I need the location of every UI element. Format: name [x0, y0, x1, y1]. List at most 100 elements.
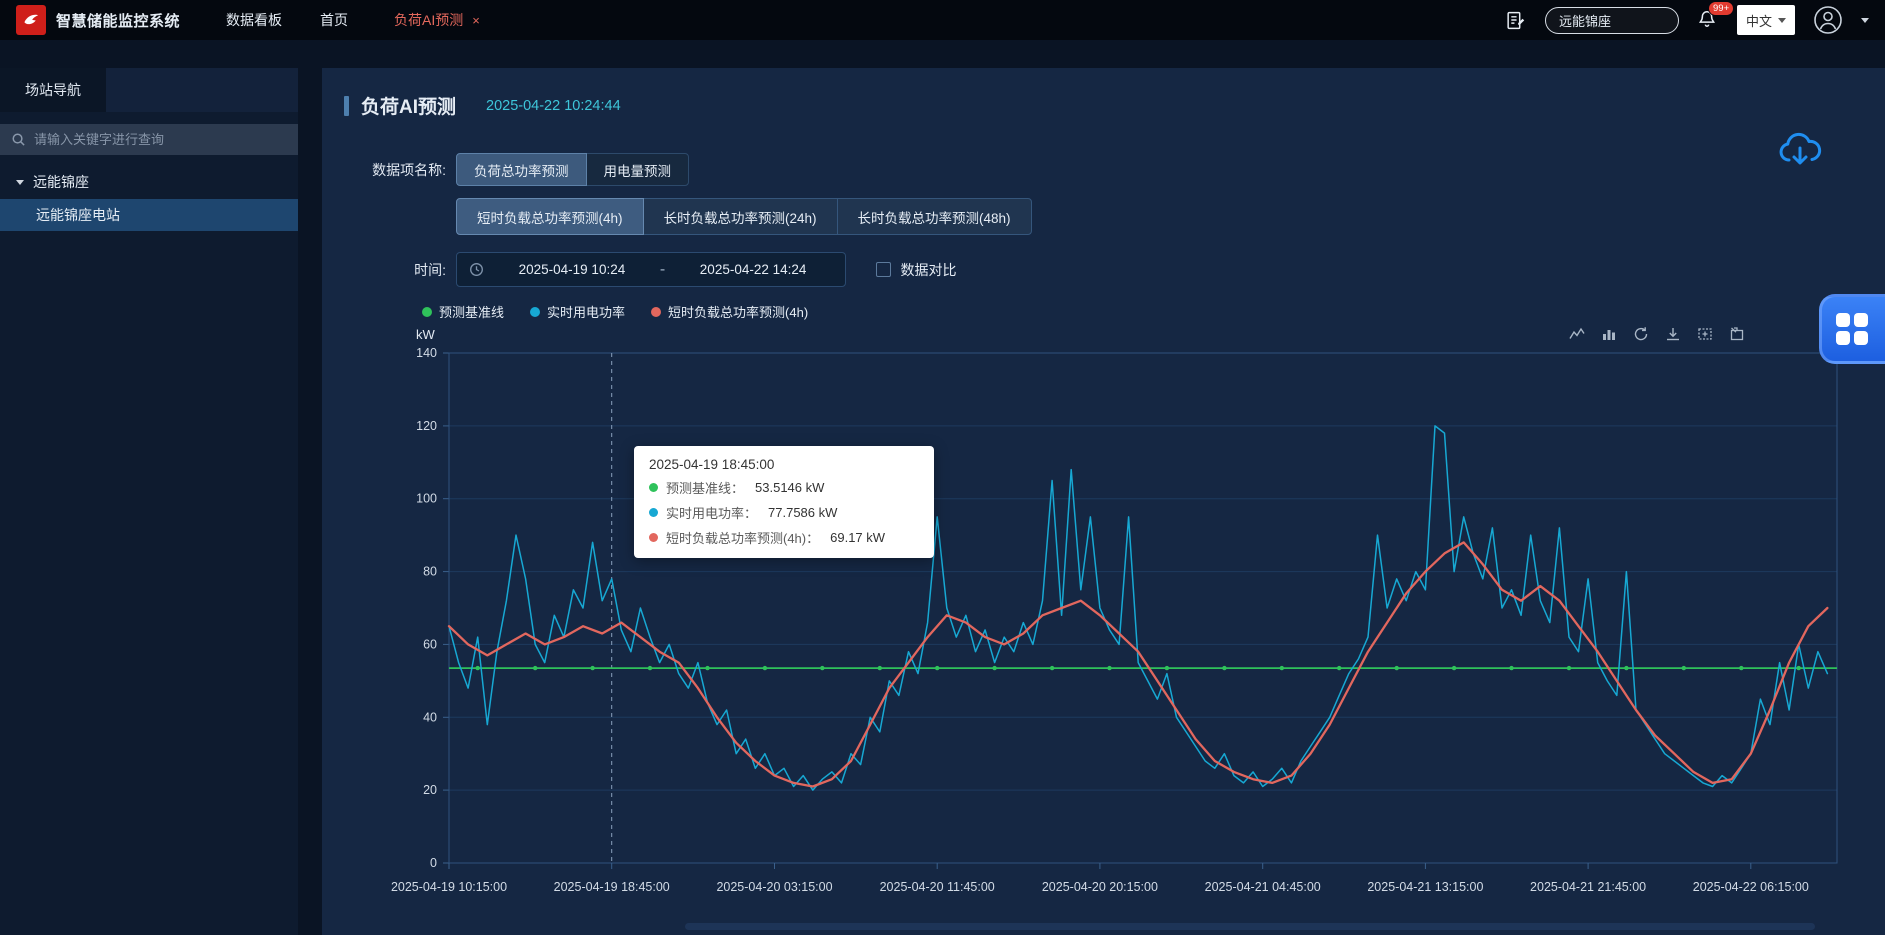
tab-short-term-4h[interactable]: 短时负载总功率预测(4h) [456, 198, 644, 235]
svg-text:2025-04-22 06:15:00: 2025-04-22 06:15:00 [1693, 880, 1809, 894]
tooltip-label: 短时负载总功率预测(4h)： [666, 528, 819, 547]
tooltip-value: 77.7586 kW [768, 505, 837, 520]
time-filter-row: 时间: 2025-04-19 10:24 - 2025-04-22 14:24 … [344, 252, 1885, 287]
y-axis-unit: kW [416, 327, 435, 342]
search-icon [11, 132, 26, 147]
compare-control: 数据对比 [876, 252, 956, 287]
svg-text:2025-04-19 18:45:00: 2025-04-19 18:45:00 [554, 880, 670, 894]
legend-item-realtime[interactable]: 实时用电功率 [530, 302, 625, 321]
svg-text:2025-04-20 20:15:00: 2025-04-20 20:15:00 [1042, 880, 1158, 894]
current-timestamp: 2025-04-22 10:24:44 [486, 98, 621, 114]
save-image-icon[interactable] [1664, 326, 1681, 343]
body: 场站导航 远能锦座 远能锦座电站 负荷AI预测 2025-04-22 10:24… [0, 68, 1885, 935]
legend-label: 实时用电功率 [547, 302, 625, 321]
button-total-power-forecast[interactable]: 负荷总功率预测 [456, 153, 587, 186]
bar-chart-icon[interactable] [1600, 326, 1617, 343]
data-zoom-icon[interactable] [1696, 326, 1713, 343]
tooltip-row-baseline: 预测基准线： 53.5146 kW [649, 478, 919, 497]
nav-item-dashboard[interactable]: 数据看板 [226, 10, 282, 30]
nav-item-home[interactable]: 首页 [320, 10, 348, 30]
topbar-right: 远能锦座 99+ 中文 [1503, 5, 1869, 35]
svg-text:20: 20 [423, 783, 437, 797]
legend-label: 短时负载总功率预测(4h) [668, 302, 808, 321]
tab-long-term-24h[interactable]: 长时负载总功率预测(24h) [643, 198, 838, 235]
clock-icon [469, 262, 484, 277]
legend-dot-green [422, 307, 432, 317]
sidebar-search [0, 124, 298, 155]
tab-long-term-48h[interactable]: 长时负载总功率预测(48h) [837, 198, 1032, 235]
svg-text:2025-04-21 04:45:00: 2025-04-21 04:45:00 [1205, 880, 1321, 894]
legend-dot-blue [530, 307, 540, 317]
forecast-tabs-row: 短时负载总功率预测(4h) 长时负载总功率预测(24h) 长时负载总功率预测(4… [344, 198, 1885, 235]
svg-text:2025-04-20 03:15:00: 2025-04-20 03:15:00 [716, 880, 832, 894]
zoom-reset-icon[interactable] [1728, 326, 1745, 343]
button-energy-forecast[interactable]: 用电量预测 [586, 153, 690, 186]
sidebar-tab-station-nav[interactable]: 场站导航 [0, 68, 106, 112]
legend-dot-red [651, 307, 661, 317]
datazoom-slider[interactable] [685, 923, 1815, 930]
line-chart-icon[interactable] [1568, 326, 1585, 343]
chart-tooltip: 2025-04-19 18:45:00 预测基准线： 53.5146 kW 实时… [634, 446, 934, 558]
compare-checkbox[interactable] [876, 262, 891, 277]
chart-toolbar [1568, 326, 1745, 343]
series-dot-blue [649, 508, 658, 517]
site-selector[interactable]: 远能锦座 [1545, 7, 1679, 34]
svg-text:2025-04-21 13:15:00: 2025-04-21 13:15:00 [1367, 880, 1483, 894]
floating-menu-widget[interactable] [1819, 294, 1885, 364]
avatar[interactable] [1813, 5, 1843, 35]
svg-text:40: 40 [423, 710, 437, 724]
svg-text:2025-04-19 10:15:00: 2025-04-19 10:15:00 [391, 880, 507, 894]
language-value: 中文 [1746, 11, 1772, 30]
time-label: 时间: [344, 260, 446, 280]
legend-item-baseline[interactable]: 预测基准线 [422, 302, 504, 321]
title-accent-bar [344, 96, 349, 116]
logo-icon [20, 9, 42, 31]
sidebar: 场站导航 远能锦座 远能锦座电站 [0, 68, 298, 935]
legend-item-forecast-4h[interactable]: 短时负载总功率预测(4h) [651, 302, 808, 321]
caret-down-icon [16, 180, 24, 185]
tooltip-label: 预测基准线： [666, 478, 744, 497]
legend-label: 预测基准线 [439, 302, 504, 321]
report-icon[interactable] [1503, 8, 1527, 32]
top-nav: 数据看板 首页 [226, 10, 348, 30]
range-end-value[interactable]: 2025-04-22 14:24 [673, 262, 833, 277]
svg-text:100: 100 [416, 492, 437, 506]
tree-node-site[interactable]: 远能锦座 [0, 165, 298, 199]
data-item-button-group: 负荷总功率预测 用电量预测 [456, 153, 689, 186]
tree-node-station-selected[interactable]: 远能锦座电站 [0, 199, 298, 231]
tab-label: 负荷AI预测 [394, 10, 463, 30]
range-separator: - [660, 261, 665, 279]
series-dot-green [649, 483, 658, 492]
svg-text:2025-04-21 21:45:00: 2025-04-21 21:45:00 [1530, 880, 1646, 894]
close-icon[interactable]: × [472, 13, 480, 28]
svg-text:140: 140 [416, 346, 437, 360]
topbar: 智慧储能监控系统 数据看板 首页 负荷AI预测 × 远能锦座 99+ 中文 [0, 0, 1885, 40]
app-title: 智慧储能监控系统 [56, 10, 180, 31]
load-forecast-chart[interactable]: 0204060801001201402025-04-19 10:15:00202… [374, 343, 1857, 900]
tooltip-row-forecast: 短时负载总功率预测(4h)： 69.17 kW [649, 528, 919, 547]
tree-node-label: 远能锦座 [33, 172, 89, 192]
restore-icon[interactable] [1632, 326, 1649, 343]
series-dot-red [649, 533, 658, 542]
caret-down-icon[interactable] [1861, 18, 1869, 23]
caret-down-icon [1778, 18, 1786, 23]
user-icon [1813, 5, 1843, 35]
tooltip-value: 53.5146 kW [755, 480, 824, 495]
tooltip-label: 实时用电功率： [666, 503, 757, 522]
date-range-picker[interactable]: 2025-04-19 10:24 - 2025-04-22 14:24 [456, 252, 846, 287]
svg-text:0: 0 [430, 856, 437, 870]
svg-text:2025-04-20 11:45:00: 2025-04-20 11:45:00 [880, 880, 995, 894]
tooltip-row-realtime: 实时用电功率： 77.7586 kW [649, 503, 919, 522]
page-title: 负荷AI预测 [361, 92, 456, 119]
notifications-button[interactable]: 99+ [1697, 9, 1719, 31]
search-input[interactable] [0, 132, 298, 147]
chart-legend: 预测基准线 实时用电功率 短时负载总功率预测(4h) [422, 302, 1885, 321]
data-item-row: 数据项名称: 负荷总功率预测 用电量预测 [344, 153, 1885, 186]
tree-node-label: 远能锦座电站 [36, 205, 120, 225]
chart-header: kW [344, 323, 1885, 345]
range-start-value[interactable]: 2025-04-19 10:24 [492, 262, 652, 277]
grid-widget-icon [1836, 313, 1868, 345]
chart-area[interactable]: 0204060801001201402025-04-19 10:15:00202… [374, 343, 1857, 900]
tab-load-ai-forecast[interactable]: 负荷AI预测 × [394, 10, 480, 30]
language-selector[interactable]: 中文 [1737, 5, 1795, 35]
